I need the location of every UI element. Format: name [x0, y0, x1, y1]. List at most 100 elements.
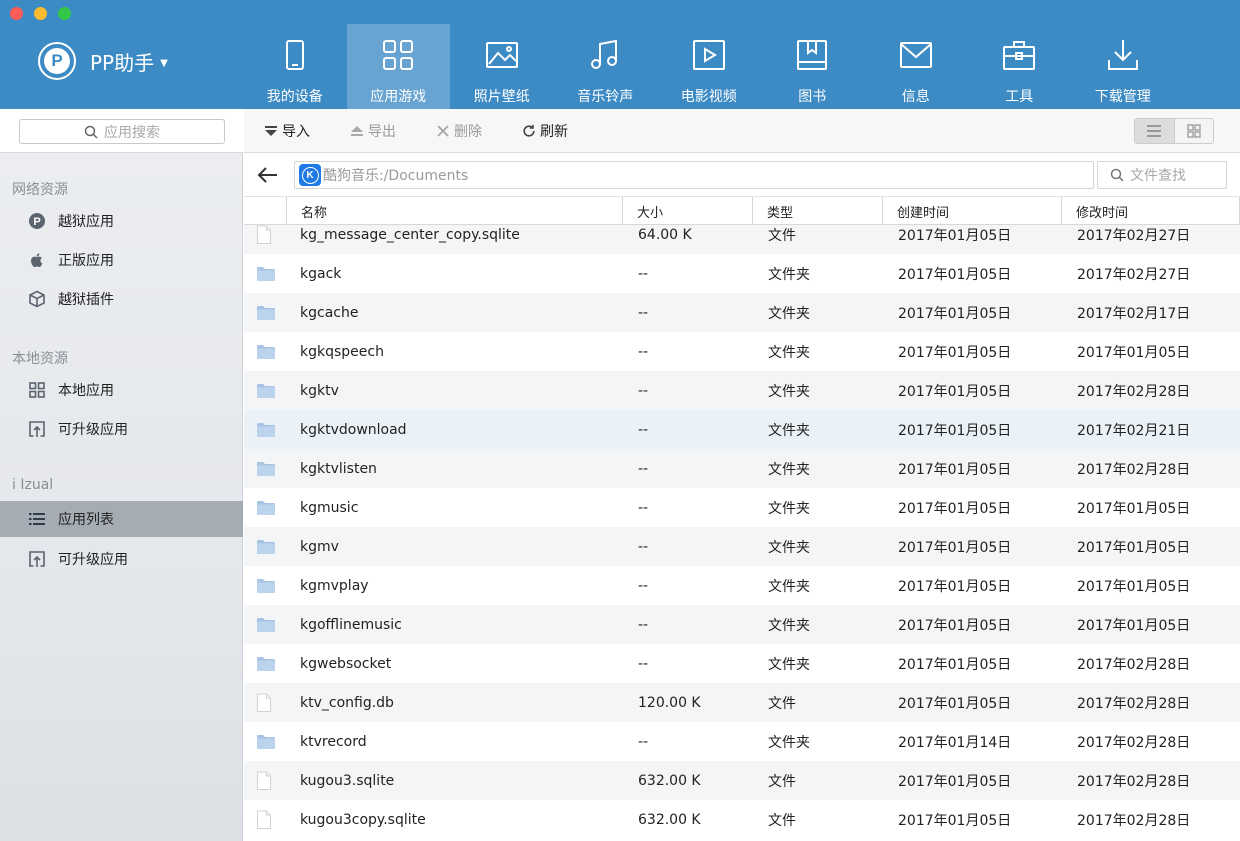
export-button[interactable]: 导出	[350, 121, 396, 141]
file-size: --	[638, 382, 649, 399]
file-modified: 2017年02月28日	[1077, 812, 1191, 829]
file-name: kgktvlisten	[300, 460, 377, 477]
nav-tab-label: 图书	[798, 89, 827, 105]
nav-tab-video[interactable]: 电影视频	[657, 24, 761, 109]
file-size: 120.00 K	[638, 694, 701, 711]
picture-icon	[485, 42, 518, 68]
list-view-icon	[1147, 125, 1162, 137]
sidebar-item-local-apps[interactable]: 本地应用	[0, 372, 243, 408]
delete-button[interactable]: 删除	[436, 121, 482, 141]
file-icon	[256, 800, 272, 839]
window-minimize-button[interactable]	[34, 7, 47, 20]
nav-tab-label: 下载管理	[1094, 89, 1151, 105]
file-type: 文件夹	[768, 500, 810, 517]
table-row[interactable]: kgofflinemusic -- 文件夹 2017年01月05日 2017年01月05…	[244, 605, 1240, 644]
app-search-input[interactable]: 应用搜索	[19, 119, 225, 144]
table-row[interactable]: kugou3.sqlite 632.00 K 文件 2017年01月05日 2017年0…	[244, 761, 1240, 800]
nav-tab-music[interactable]: 音乐铃声	[554, 24, 658, 109]
sidebar-item-upgradable-apps[interactable]: 可升级应用	[0, 411, 243, 447]
window-zoom-button[interactable]	[58, 7, 71, 20]
table-header: 名称 大小 类型 创建时间 修改时间	[244, 197, 1240, 225]
table-row[interactable]: ktv_config.db 120.00 K 文件 2017年01月05日 2017年0…	[244, 683, 1240, 722]
file-icon	[256, 761, 272, 800]
file-name: ktv_config.db	[300, 694, 394, 711]
list-view-button[interactable]	[1135, 119, 1174, 143]
search-placeholder: 应用搜索	[104, 124, 160, 141]
file-type: 文件夹	[768, 734, 810, 751]
table-row[interactable]: kgmv -- 文件夹 2017年01月05日 2017年01月05日	[244, 527, 1240, 566]
cube-icon	[29, 290, 45, 308]
sidebar-item-label: 本地应用	[58, 383, 114, 399]
brand-menu[interactable]: P PP助手 ▼	[38, 42, 168, 80]
grid-view-button[interactable]	[1173, 119, 1213, 143]
sidebar-item-app-list[interactable]: 应用列表	[0, 501, 243, 537]
upgrade-icon	[29, 551, 45, 567]
table-row[interactable]: kgwebsocket -- 文件夹 2017年01月05日 2017年02月28日	[244, 644, 1240, 683]
table-row[interactable]: ktvrecord -- 文件夹 2017年01月14日 2017年02月28日	[244, 722, 1240, 761]
nav-tab-label: 信息	[901, 89, 930, 105]
table-row[interactable]: kgcache -- 文件夹 2017年01月05日 2017年02月17日	[244, 293, 1240, 332]
sidebar-item-jailbreak-apps[interactable]: P 越狱应用	[0, 203, 243, 239]
column-header-modified[interactable]: 修改时间	[1061, 197, 1240, 225]
column-header-name[interactable]: 名称	[286, 197, 622, 225]
window-close-button[interactable]	[10, 7, 23, 20]
table-row[interactable]: kgmvplay -- 文件夹 2017年01月05日 2017年01月05日	[244, 566, 1240, 605]
folder-icon	[256, 449, 276, 488]
file-search-input[interactable]: 文件查找	[1097, 161, 1227, 189]
file-table: kg_message_center_copy.sqlite 64.00 K 文件 20…	[244, 225, 1240, 841]
file-toolbar: 导入 导出 删除 刷新	[244, 109, 1240, 153]
file-type: 文件夹	[768, 383, 810, 400]
nav-tab-apps-games[interactable]: 应用游戏	[346, 24, 450, 109]
file-size: --	[638, 655, 649, 672]
table-row[interactable]: kgack -- 文件夹 2017年01月05日 2017年02月27日	[244, 254, 1240, 293]
file-name: kgktv	[300, 382, 339, 399]
phone-icon	[285, 40, 304, 70]
file-type: 文件夹	[768, 617, 810, 634]
sidebar-item-jailbreak-plugins[interactable]: 越狱插件	[0, 281, 243, 317]
caret-down-icon: ▼	[160, 57, 168, 69]
folder-icon	[256, 293, 276, 332]
column-header-type[interactable]: 类型	[752, 197, 882, 225]
sidebar-item-device-upgradable-apps[interactable]: 可升级应用	[0, 541, 243, 577]
table-row[interactable]: kgmusic -- 文件夹 2017年01月05日 2017年01月05日	[244, 488, 1240, 527]
nav-tab-tools[interactable]: 工具	[968, 24, 1072, 109]
delete-label: 删除	[454, 124, 482, 140]
nav-tab-downloads[interactable]: 下载管理	[1071, 24, 1175, 109]
kugou-app-icon: K	[299, 164, 321, 186]
table-row[interactable]: kgktv -- 文件夹 2017年01月05日 2017年02月28日	[244, 371, 1240, 410]
file-created: 2017年01月05日	[898, 617, 1012, 634]
file-modified: 2017年02月27日	[1077, 266, 1191, 283]
file-type: 文件夹	[768, 656, 810, 673]
refresh-button[interactable]: 刷新	[522, 121, 568, 141]
import-button[interactable]: 导入	[264, 121, 310, 141]
search-icon	[1110, 168, 1124, 182]
folder-icon	[256, 644, 276, 683]
table-row[interactable]: kgktvdownload -- 文件夹 2017年01月05日 2017年02月21日	[244, 410, 1240, 449]
nav-tab-my-device[interactable]: 我的设备	[243, 24, 347, 109]
file-created: 2017年01月05日	[898, 500, 1012, 517]
close-icon	[437, 125, 449, 137]
nav-tab-label: 音乐铃声	[577, 89, 634, 105]
column-header-size[interactable]: 大小	[622, 197, 752, 225]
apple-icon	[31, 253, 43, 268]
nav-tab-messages[interactable]: 信息	[864, 24, 968, 109]
sidebar-item-official-apps[interactable]: 正版应用	[0, 242, 243, 278]
file-size: --	[638, 460, 649, 477]
path-field[interactable]: K 酷狗音乐:/Documents	[294, 161, 1094, 189]
nav-tab-photos[interactable]: 照片壁纸	[450, 24, 554, 109]
file-type: 文件	[768, 773, 796, 790]
table-row[interactable]: kg_message_center_copy.sqlite 64.00 K 文件 20…	[244, 225, 1240, 254]
table-row[interactable]: kgkqspeech -- 文件夹 2017年01月05日 2017年01月05日	[244, 332, 1240, 371]
sidebar-item-label: 可升级应用	[58, 422, 128, 438]
column-header-created[interactable]: 创建时间	[882, 197, 1061, 225]
table-row[interactable]: kugou3copy.sqlite 632.00 K 文件 2017年01月05日 20…	[244, 800, 1240, 839]
folder-icon	[256, 254, 276, 293]
back-arrow-icon[interactable]	[256, 164, 280, 186]
nav-tab-label: 我的设备	[266, 89, 323, 105]
nav-tab-books[interactable]: 图书	[761, 24, 865, 109]
sidebar-item-label: 应用列表	[58, 512, 114, 528]
table-row[interactable]: kgktvlisten -- 文件夹 2017年01月05日 2017年02月28日	[244, 449, 1240, 488]
file-type: 文件夹	[768, 344, 810, 361]
file-created: 2017年01月05日	[898, 656, 1012, 673]
file-created: 2017年01月05日	[898, 539, 1012, 556]
